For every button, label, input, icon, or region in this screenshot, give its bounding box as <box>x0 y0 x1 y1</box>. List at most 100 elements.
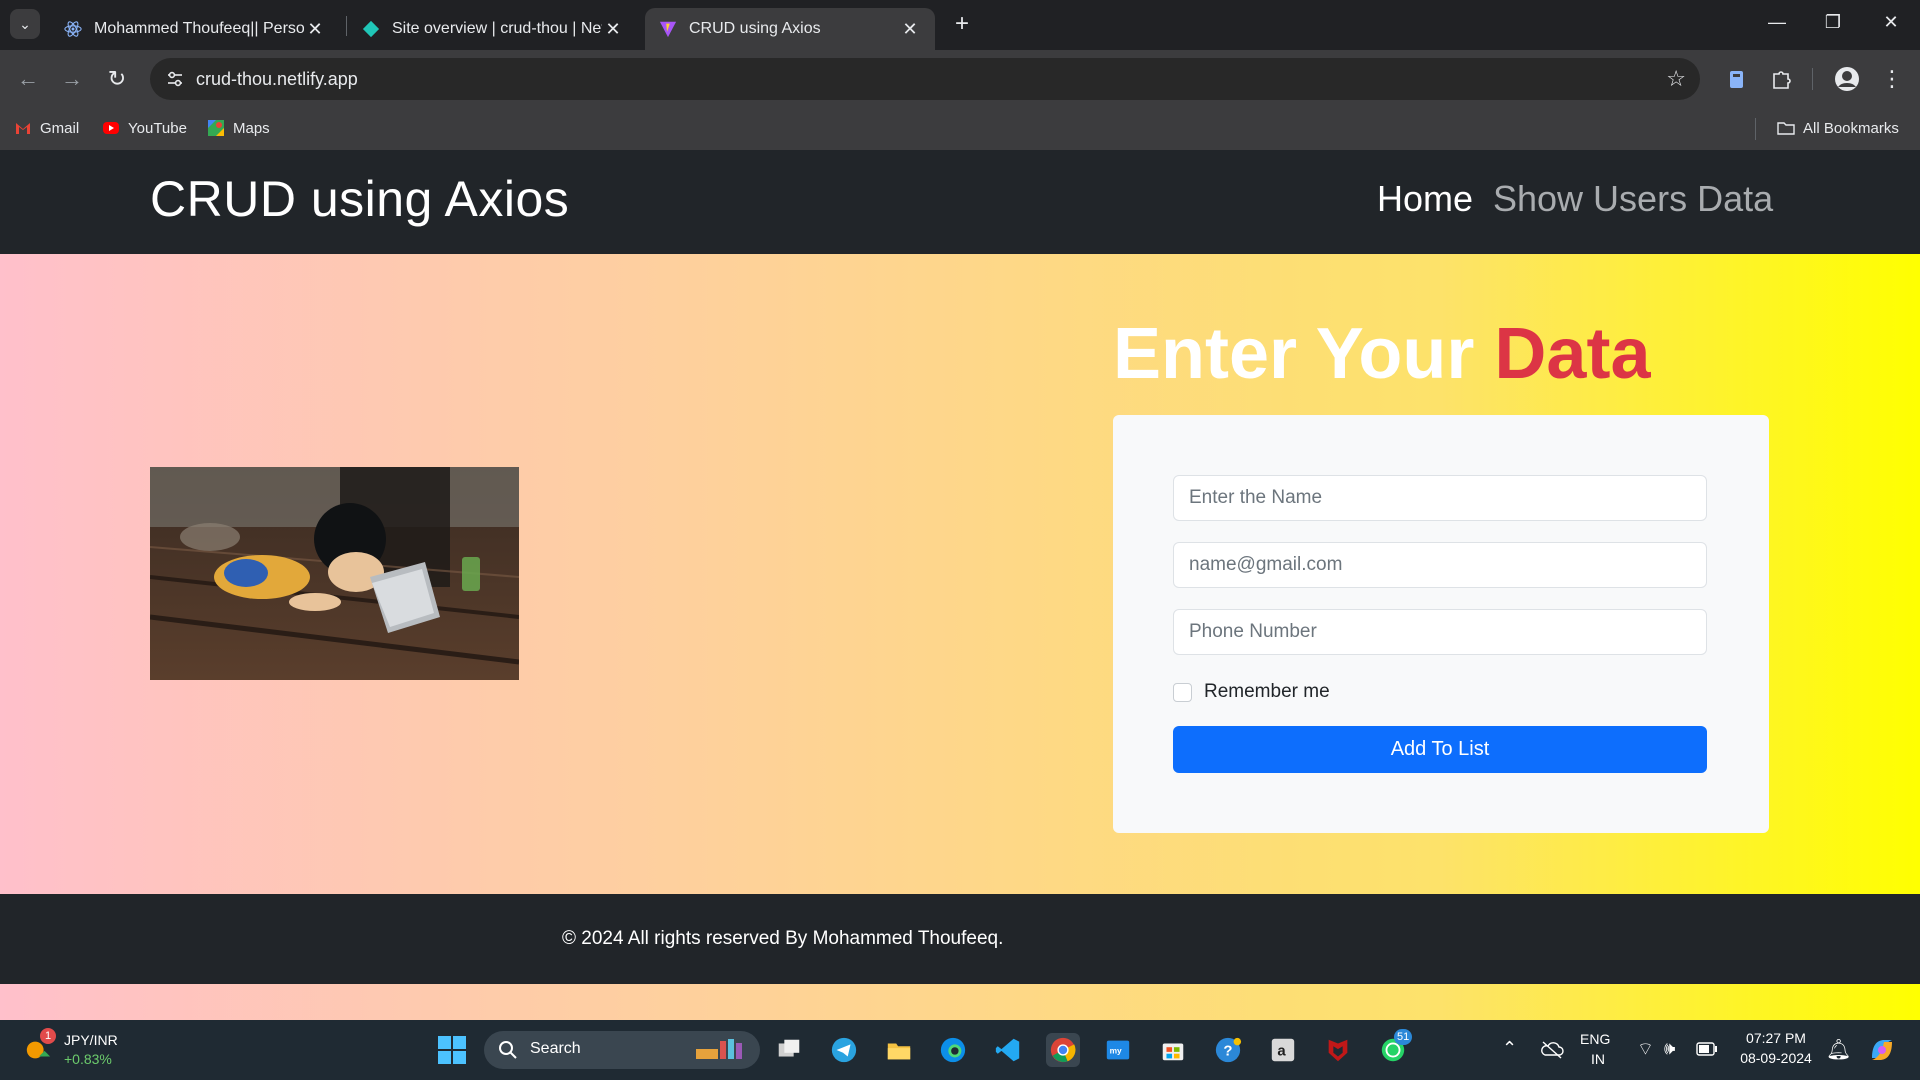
minimize-icon[interactable]: — <box>1765 12 1789 33</box>
chrome-icon[interactable] <box>1046 1033 1080 1067</box>
tab-separator <box>346 16 347 36</box>
react-icon <box>64 21 82 37</box>
volume-icon[interactable]: 🕪 <box>1664 1038 1675 1059</box>
back-icon[interactable]: ← <box>14 65 42 93</box>
windows-start-icon[interactable] <box>435 1033 469 1067</box>
telegram-icon[interactable] <box>827 1033 861 1067</box>
bookmark-gmail[interactable]: Gmail <box>14 116 79 140</box>
bookmark-label: YouTube <box>128 119 187 137</box>
bookmark-youtube[interactable]: YouTube <box>102 116 187 140</box>
copilot-icon[interactable] <box>1866 1034 1898 1066</box>
tab-crud-active[interactable]: CRUD using Axios ✕ <box>645 8 935 50</box>
extension-tab-icon[interactable] <box>1722 64 1752 94</box>
nav-home-link[interactable]: Home <box>1377 178 1473 220</box>
svg-text:a: a <box>1277 1043 1286 1060</box>
browser-tab-bar: ⌄ Mohammed Thoufeeq|| Personal ✕ Site ov… <box>0 0 1920 50</box>
widget-badge: 1 <box>40 1028 56 1044</box>
site-settings-icon[interactable] <box>164 68 186 90</box>
remember-me-label[interactable]: Remember me <box>1204 681 1330 703</box>
battery-icon[interactable] <box>1696 1042 1718 1056</box>
new-tab-icon[interactable]: + <box>950 12 974 36</box>
wifi-icon[interactable]: ⌔ <box>1637 1038 1654 1061</box>
books-icon <box>696 1039 742 1059</box>
task-view-icon[interactable] <box>772 1033 806 1067</box>
all-bookmarks-label: All Bookmarks <box>1803 119 1899 137</box>
restore-icon[interactable]: ❐ <box>1821 12 1845 33</box>
folder-icon <box>1777 122 1795 135</box>
bookmarks-bar: Gmail YouTube Maps All Bookmarks <box>0 108 1920 150</box>
address-bar[interactable]: crud-thou.netlify.app ☆ <box>150 58 1700 100</box>
windows-taskbar: 1 JPY/INR +0.83% Search my ? a 51 ⌃ ENG … <box>0 1020 1920 1080</box>
whatsapp-badge: 51 <box>1394 1029 1413 1045</box>
site-footer: © 2024 All rights reserved By Mohammed T… <box>0 894 1920 984</box>
search-icon <box>499 1041 517 1059</box>
bookmark-star-icon[interactable]: ☆ <box>1666 66 1686 92</box>
maps-icon <box>208 120 224 136</box>
onedrive-offline-icon[interactable] <box>1540 1040 1564 1060</box>
tab-netlify[interactable]: Site overview | crud-thou | Netlify ✕ <box>348 8 638 50</box>
close-tab-icon[interactable]: ✕ <box>304 19 326 40</box>
bookmark-label: Maps <box>233 119 270 137</box>
url-text: crud-thou.netlify.app <box>196 69 358 89</box>
netlify-icon <box>362 20 380 38</box>
close-tab-icon[interactable]: ✕ <box>899 19 921 40</box>
footer-copyright: © 2024 All rights reserved By Mohammed T… <box>562 928 1004 949</box>
vite-icon <box>659 21 677 38</box>
remember-me-row: Remember me <box>1173 681 1330 703</box>
site-brand[interactable]: CRUD using Axios <box>150 170 569 228</box>
form-card: Remember me Add To List <box>1113 415 1769 833</box>
mysql-workbench-icon[interactable]: my <box>1101 1033 1135 1067</box>
stock-widget[interactable]: 1 JPY/INR +0.83% <box>20 1028 130 1072</box>
extensions-puzzle-icon[interactable] <box>1766 64 1796 94</box>
browser-toolbar: ← → ↻ crud-thou.netlify.app ☆ ⋮ <box>0 50 1920 108</box>
svg-text:?: ? <box>1223 1043 1232 1060</box>
hero-image <box>150 467 519 680</box>
youtube-icon <box>103 122 119 134</box>
notifications-bell-icon[interactable]: 🔔︎ <box>1826 1037 1851 1062</box>
site-navbar: CRUD using Axios Home Show Users Data <box>0 150 1920 254</box>
bookmark-maps[interactable]: Maps <box>207 116 270 140</box>
bookmarks-divider <box>1755 118 1756 140</box>
close-tab-icon[interactable]: ✕ <box>602 19 624 40</box>
bookmark-label: Gmail <box>40 119 80 137</box>
tab-title: Site overview | crud-thou | Netlify <box>392 20 602 37</box>
file-explorer-icon[interactable] <box>882 1033 916 1067</box>
ticker-change: +0.83% <box>64 1051 112 1067</box>
search-label: Search <box>530 1040 581 1057</box>
phone-input[interactable] <box>1173 609 1707 655</box>
forward-icon[interactable]: → <box>58 65 86 93</box>
edge-icon[interactable] <box>936 1033 970 1067</box>
tab-title: Mohammed Thoufeeq|| Personal <box>94 20 304 37</box>
language-top[interactable]: ENG <box>1580 1031 1610 1047</box>
nav-show-users-link[interactable]: Show Users Data <box>1493 178 1773 220</box>
amazon-icon[interactable]: a <box>1266 1033 1300 1067</box>
remember-me-checkbox[interactable] <box>1173 682 1192 702</box>
form-title-accent: Data <box>1494 314 1651 394</box>
close-window-icon[interactable]: ✕ <box>1879 12 1903 33</box>
tab-search-button[interactable]: ⌄ <box>10 9 40 39</box>
ticker-symbol: JPY/INR <box>64 1032 118 1048</box>
chevron-down-icon: ⌄ <box>19 15 31 32</box>
tab-portfolio[interactable]: Mohammed Thoufeeq|| Personal ✕ <box>50 8 340 50</box>
show-hidden-icons-chevron-icon[interactable]: ⌃ <box>1502 1038 1517 1059</box>
name-input[interactable] <box>1173 475 1707 521</box>
taskbar-search[interactable]: Search <box>484 1031 760 1069</box>
form-title-part1: Enter Your <box>1113 314 1475 394</box>
email-input[interactable] <box>1173 542 1707 588</box>
tab-title: CRUD using Axios <box>689 20 821 37</box>
help-icon[interactable]: ? <box>1211 1033 1245 1067</box>
profile-avatar[interactable] <box>1832 64 1862 94</box>
language-bottom[interactable]: IN <box>1591 1051 1605 1067</box>
reload-icon[interactable]: ↻ <box>103 65 131 93</box>
microsoft-store-icon[interactable] <box>1156 1033 1190 1067</box>
clock-date[interactable]: 08-09-2024 <box>1735 1050 1817 1066</box>
toolbar-divider <box>1812 68 1813 90</box>
menu-kebab-icon[interactable]: ⋮ <box>1878 65 1906 93</box>
all-bookmarks-button[interactable]: All Bookmarks <box>1777 116 1899 140</box>
mcafee-icon[interactable] <box>1321 1033 1355 1067</box>
form-title: Enter Your Data <box>1113 313 1650 395</box>
gmail-icon <box>16 123 30 134</box>
vscode-icon[interactable] <box>991 1033 1025 1067</box>
add-to-list-button[interactable]: Add To List <box>1173 726 1707 773</box>
clock-time[interactable]: 07:27 PM <box>1740 1030 1812 1046</box>
